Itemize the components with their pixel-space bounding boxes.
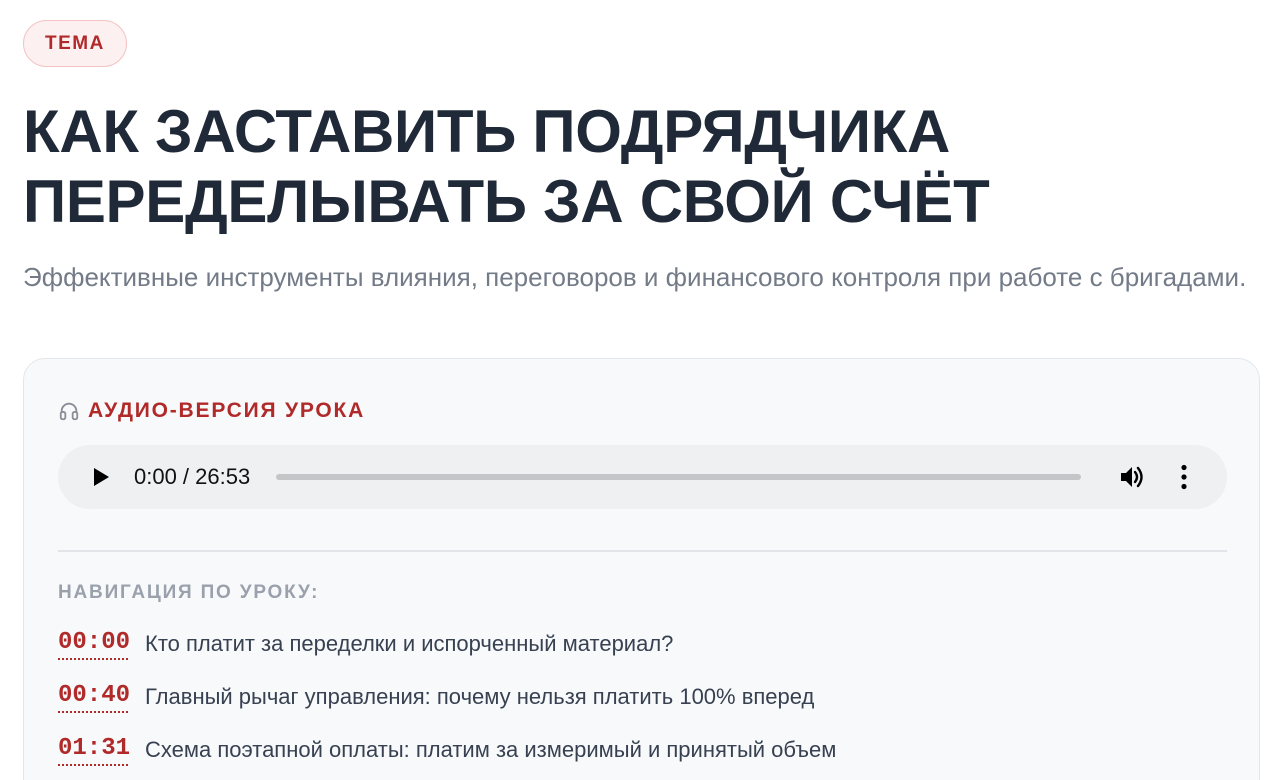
chapter-item[interactable]: 01:31 Схема поэтапной оплаты: платим за … xyxy=(58,724,1225,777)
audio-card-title: АУДИО-ВЕРСИЯ УРОКА xyxy=(88,399,366,422)
chapter-timestamp[interactable]: 00:40 xyxy=(58,681,130,713)
card-divider xyxy=(58,550,1227,552)
chapter-list: 00:00 Кто платит за переделки и испорчен… xyxy=(58,618,1225,777)
headphones-icon xyxy=(59,402,79,421)
chapter-item[interactable]: 00:00 Кто платит за переделки и испорчен… xyxy=(58,618,1225,671)
title-line-1: КАК ЗАСТАВИТЬ ПОДРЯДЧИКА xyxy=(23,98,950,165)
time-display: 0:00 / 26:53 xyxy=(134,464,251,489)
audio-card-header: АУДИО-ВЕРСИЯ УРОКА xyxy=(58,397,1225,425)
page-title: КАК ЗАСТАВИТЬ ПОДРЯДЧИКА ПЕРЕДЕЛЫВАТЬ ЗА… xyxy=(23,97,1258,237)
chapter-item[interactable]: 00:40 Главный рычаг управления: почему н… xyxy=(58,671,1225,724)
title-line-2: ПЕРЕДЕЛЫВАТЬ ЗА СВОЙ СЧЁТ xyxy=(23,168,990,235)
page-subtitle: Эффективные инструменты влияния, перегов… xyxy=(23,262,1247,292)
volume-button[interactable] xyxy=(1117,462,1147,492)
play-button[interactable] xyxy=(88,464,114,490)
chapter-timestamp[interactable]: 00:00 xyxy=(58,628,130,660)
chapter-title: Схема поэтапной оплаты: платим за измери… xyxy=(145,737,837,762)
lesson-page: ТЕМА КАК ЗАСТАВИТЬ ПОДРЯДЧИКА ПЕРЕДЕЛЫВА… xyxy=(0,0,1280,780)
play-icon xyxy=(94,468,109,486)
topic-tag: ТЕМА xyxy=(23,20,127,67)
chapter-title: Кто платит за переделки и испорченный ма… xyxy=(145,631,674,656)
chapter-timestamp[interactable]: 01:31 xyxy=(58,734,130,766)
audio-player[interactable]: 0:00 / 26:53 xyxy=(58,445,1227,509)
chapter-title: Главный рычаг управления: почему нельзя … xyxy=(145,684,815,709)
audio-card: АУДИО-ВЕРСИЯ УРОКА 0:00 / 26:53 НАВИГАЦИ… xyxy=(23,358,1260,780)
volume-icon xyxy=(1121,466,1143,488)
more-vertical-icon xyxy=(1181,464,1187,490)
seek-bar[interactable] xyxy=(276,474,1081,480)
more-options-button[interactable] xyxy=(1169,462,1199,492)
lesson-navigation-title: НАВИГАЦИЯ ПО УРОКУ: xyxy=(58,581,320,603)
